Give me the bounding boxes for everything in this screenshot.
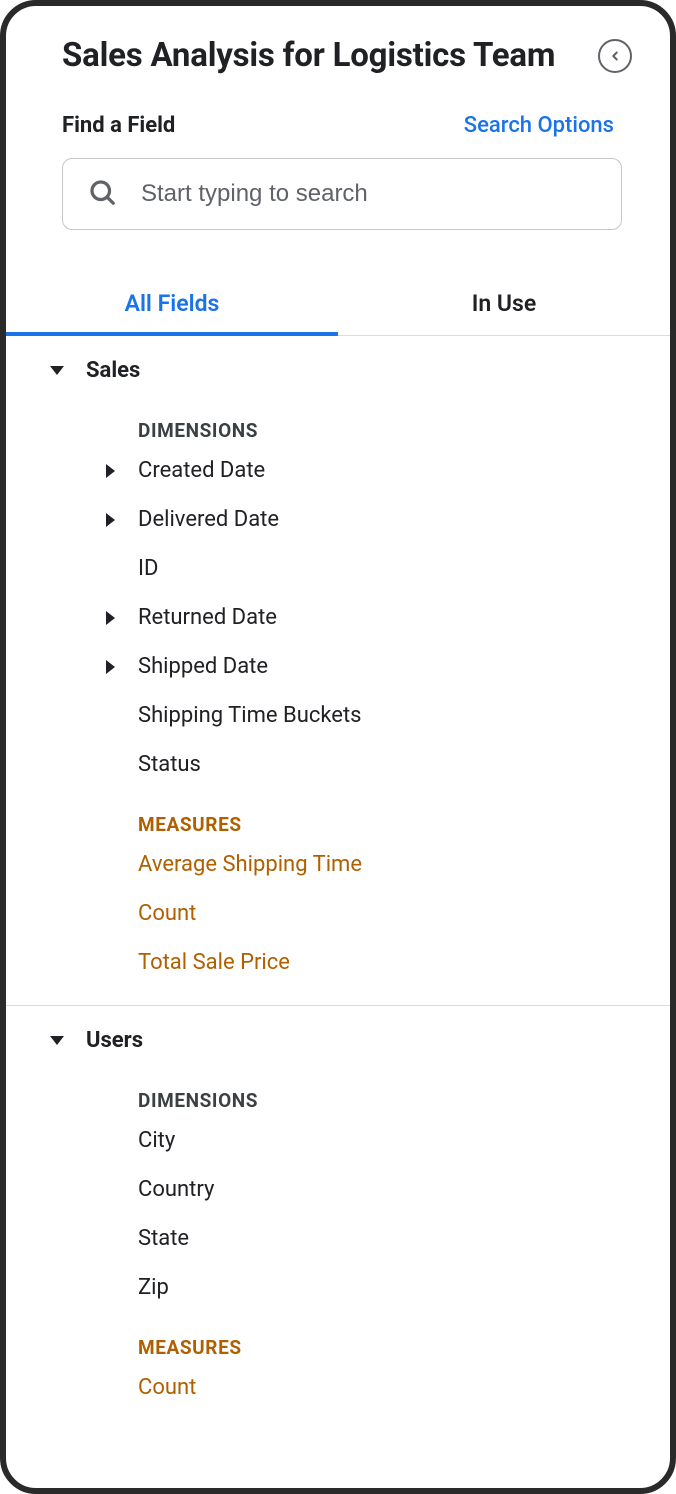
caret-down-icon <box>50 366 64 375</box>
section-label-measures: MEASURES <box>6 789 670 840</box>
field-shipping-time-buckets[interactable]: Shipping Time Buckets <box>6 691 670 740</box>
field-id[interactable]: ID <box>6 544 670 593</box>
caret-right-icon <box>106 513 115 527</box>
header-row: Sales Analysis for Logistics Team <box>6 6 670 75</box>
field-average-shipping-time[interactable]: Average Shipping Time <box>6 840 670 889</box>
find-field-label: Find a Field <box>62 113 175 138</box>
search-options-link[interactable]: Search Options <box>464 113 614 138</box>
field-label: Shipped Date <box>138 654 268 679</box>
caret-right-icon <box>106 660 115 674</box>
group-header-sales[interactable]: Sales <box>6 336 670 395</box>
field-label: Delivered Date <box>138 507 279 532</box>
tab-in-use[interactable]: In Use <box>338 274 670 335</box>
field-picker-panel: Sales Analysis for Logistics Team Find a… <box>0 0 676 1494</box>
search-wrap <box>6 138 670 230</box>
field-label: State <box>138 1226 189 1251</box>
field-label: Count <box>138 901 196 926</box>
search-icon <box>87 177 117 211</box>
field-total-sale-price[interactable]: Total Sale Price <box>6 938 670 987</box>
field-count[interactable]: Count <box>6 889 670 938</box>
section-label-dimensions: DIMENSIONS <box>6 1065 670 1116</box>
field-label: Total Sale Price <box>138 950 290 975</box>
field-country[interactable]: Country <box>6 1165 670 1214</box>
group-title: Sales <box>86 358 140 383</box>
field-label: ID <box>138 556 158 581</box>
find-row: Find a Field Search Options <box>6 75 670 138</box>
caret-right-icon <box>106 464 115 478</box>
section-label-dimensions: DIMENSIONS <box>6 395 670 446</box>
field-label: Average Shipping Time <box>138 852 362 877</box>
caret-down-icon <box>50 1036 64 1045</box>
section-label-measures: MEASURES <box>6 1312 670 1363</box>
field-label: City <box>138 1128 175 1153</box>
collapse-panel-button[interactable] <box>598 39 632 73</box>
field-label: Created Date <box>138 458 265 483</box>
tabs: All Fields In Use <box>6 274 670 336</box>
field-delivered-date[interactable]: Delivered Date <box>6 495 670 544</box>
field-zip[interactable]: Zip <box>6 1263 670 1312</box>
field-created-date[interactable]: Created Date <box>6 446 670 495</box>
group-users: Users DIMENSIONS City Country State Zip … <box>6 1006 670 1430</box>
field-users-count[interactable]: Count <box>6 1363 670 1412</box>
field-label: Status <box>138 752 201 777</box>
field-status[interactable]: Status <box>6 740 670 789</box>
field-label: Count <box>138 1375 196 1400</box>
tab-all-fields[interactable]: All Fields <box>6 274 338 335</box>
chevron-left-icon <box>608 49 622 63</box>
group-header-users[interactable]: Users <box>6 1006 670 1065</box>
field-label: Zip <box>138 1275 169 1300</box>
field-label: Returned Date <box>138 605 277 630</box>
field-city[interactable]: City <box>6 1116 670 1165</box>
group-title: Users <box>86 1028 143 1053</box>
field-returned-date[interactable]: Returned Date <box>6 593 670 642</box>
group-sales: Sales DIMENSIONS Created Date Delivered … <box>6 336 670 1006</box>
search-input[interactable] <box>141 180 597 208</box>
caret-right-icon <box>106 611 115 625</box>
field-label: Country <box>138 1177 214 1202</box>
field-label: Shipping Time Buckets <box>138 703 362 728</box>
search-box[interactable] <box>62 158 622 230</box>
field-state[interactable]: State <box>6 1214 670 1263</box>
field-shipped-date[interactable]: Shipped Date <box>6 642 670 691</box>
panel-title: Sales Analysis for Logistics Team <box>62 36 555 75</box>
